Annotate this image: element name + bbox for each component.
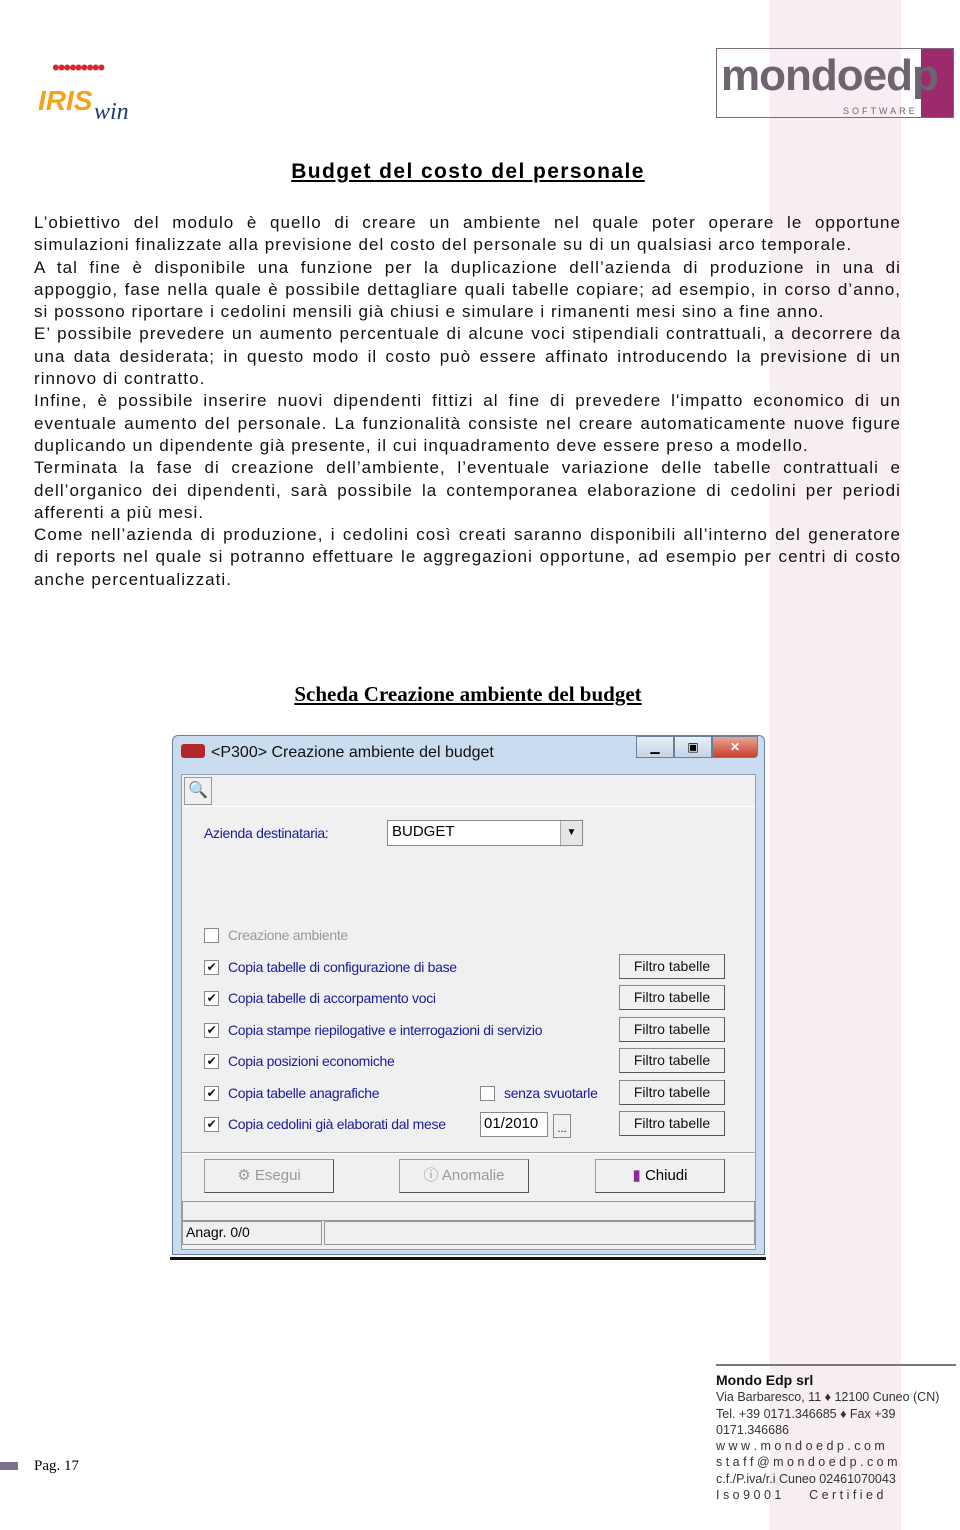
chevron-down-icon[interactable]: ▼ (560, 821, 582, 845)
maximize-button[interactable]: ▣ (674, 736, 712, 758)
chiudi-button[interactable]: ▮ Chiudi (595, 1159, 725, 1193)
address-line: Via Barbaresco, 11 ♦ 12100 Cuneo (CN) (716, 1390, 940, 1405)
option-label: Copia tabelle di accorpamento voci (228, 990, 436, 1006)
paragraph: Terminata la fase di creazione dell’ambi… (34, 458, 901, 522)
close-button[interactable]: ✕ (712, 736, 758, 758)
option-cedolini[interactable]: ✔ Copia cedolini già elaborati dal mese (204, 1116, 446, 1132)
filtro-tabelle-button[interactable]: Filtro tabelle (619, 1111, 725, 1136)
app-icon (181, 744, 205, 758)
option-posizioni[interactable]: ✔ Copia posizioni economiche (204, 1053, 395, 1069)
company-name: Mondo Edp srl (716, 1372, 814, 1388)
zoom-icon[interactable]: 🔍 (184, 777, 212, 805)
option-label: Creazione ambiente (228, 927, 348, 943)
option-anagrafiche[interactable]: ✔ Copia tabelle anagrafiche (204, 1085, 380, 1101)
checkbox[interactable]: ✔ (204, 1053, 219, 1069)
status-panel (324, 1221, 755, 1245)
checkbox[interactable]: ✔ (204, 1085, 219, 1101)
month-input[interactable]: 01/2010 (480, 1112, 548, 1137)
page-marker (0, 1462, 18, 1470)
email-line: s t a f f @ m o n d o e d p . c o m (716, 1455, 898, 1470)
option-senza-svuotarle[interactable]: senza svuotarle (480, 1085, 598, 1101)
website-line: w w w . m o n d o e d p . c o m (716, 1439, 885, 1454)
iso-line: I s o 9 0 0 1 C e r t i f i e d (716, 1488, 884, 1503)
progress-bar (182, 1201, 755, 1221)
minimize-button[interactable]: ▁ (636, 736, 674, 758)
option-label: Copia tabelle di configurazione di base (228, 959, 457, 975)
azienda-select[interactable]: BUDGET ▼ (387, 820, 583, 846)
option-label: senza svuotarle (504, 1085, 598, 1101)
filtro-tabelle-button[interactable]: Filtro tabelle (619, 1048, 725, 1073)
tax-line: c.f./P.iva/r.i Cuneo 02461070043 (716, 1471, 896, 1486)
checkbox[interactable] (480, 1085, 495, 1101)
dialog-window: <P300> Creazione ambiente del budget ▁ ▣… (172, 735, 765, 1255)
checkbox[interactable]: ✔ (204, 1116, 219, 1132)
paragraph: Infine, è possibile inserire nuovi dipen… (34, 391, 901, 455)
month-picker-button[interactable]: ... (553, 1114, 571, 1138)
checkbox[interactable]: ✔ (204, 990, 219, 1006)
filtro-tabelle-button[interactable]: Filtro tabelle (619, 1017, 725, 1042)
iris-win-logo: ••••••••• IRIS win (38, 55, 129, 125)
checkbox[interactable]: ✔ (204, 1022, 219, 1038)
option-label: Copia stampe riepilogative e interrogazi… (228, 1022, 543, 1038)
checkbox[interactable]: ✔ (204, 959, 219, 975)
paragraph: Come nell’azienda di produzione, i cedol… (34, 525, 901, 589)
gear-icon: ⚙ (237, 1167, 255, 1184)
help-icon: ⓘ (423, 1167, 442, 1184)
azienda-label: Azienda destinataria: (204, 825, 329, 841)
checkbox[interactable] (204, 927, 219, 943)
mondoedp-logo: mondoedp SOFTWARE (716, 48, 954, 118)
paragraph: A tal fine è disponibile una funzione pe… (34, 257, 901, 322)
paragraph: E’ possibile prevedere un aumento percen… (34, 324, 901, 389)
divider (170, 1257, 766, 1260)
window-title: <P300> Creazione ambiente del budget (211, 744, 494, 761)
option-accorpamento[interactable]: ✔ Copia tabelle di accorpamento voci (204, 990, 436, 1006)
filtro-tabelle-button[interactable]: Filtro tabelle (619, 985, 725, 1010)
page-title: Budget del costo del personale (291, 160, 645, 183)
filtro-tabelle-button[interactable]: Filtro tabelle (619, 1080, 725, 1105)
option-stampe[interactable]: ✔ Copia stampe riepilogative e interrogaz… (204, 1022, 543, 1038)
body-text: L’obiettivo del modulo è quello di crear… (34, 212, 901, 591)
azienda-value: BUDGET (392, 823, 455, 840)
figure-title: Scheda Creazione ambiente del budget (294, 682, 642, 706)
esegui-button[interactable]: ⚙ Esegui (204, 1159, 334, 1193)
option-creazione-ambiente[interactable]: Creazione ambiente (204, 927, 348, 943)
status-anagr: Anagr. 0/0 (182, 1221, 322, 1245)
filtro-tabelle-button[interactable]: Filtro tabelle (619, 954, 725, 979)
anomalie-button[interactable]: ⓘ Anomalie (399, 1159, 529, 1193)
option-label: Copia tabelle anagrafiche (228, 1085, 380, 1101)
paragraph: L’obiettivo del modulo è quello di crear… (34, 213, 901, 255)
exit-door-icon: ▮ (632, 1167, 645, 1184)
page-number: Pag. 17 (34, 1458, 79, 1474)
option-label: Copia cedolini già elaborati dal mese (228, 1116, 446, 1132)
phone-line: Tel. +39 0171.346685 ♦ Fax +39 0171.3466… (716, 1406, 896, 1437)
option-config-base[interactable]: ✔ Copia tabelle di configurazione di base (204, 959, 457, 975)
company-address: Mondo Edp srl Via Barbaresco, 11 ♦ 12100… (716, 1364, 956, 1503)
option-label: Copia posizioni economiche (228, 1053, 395, 1069)
